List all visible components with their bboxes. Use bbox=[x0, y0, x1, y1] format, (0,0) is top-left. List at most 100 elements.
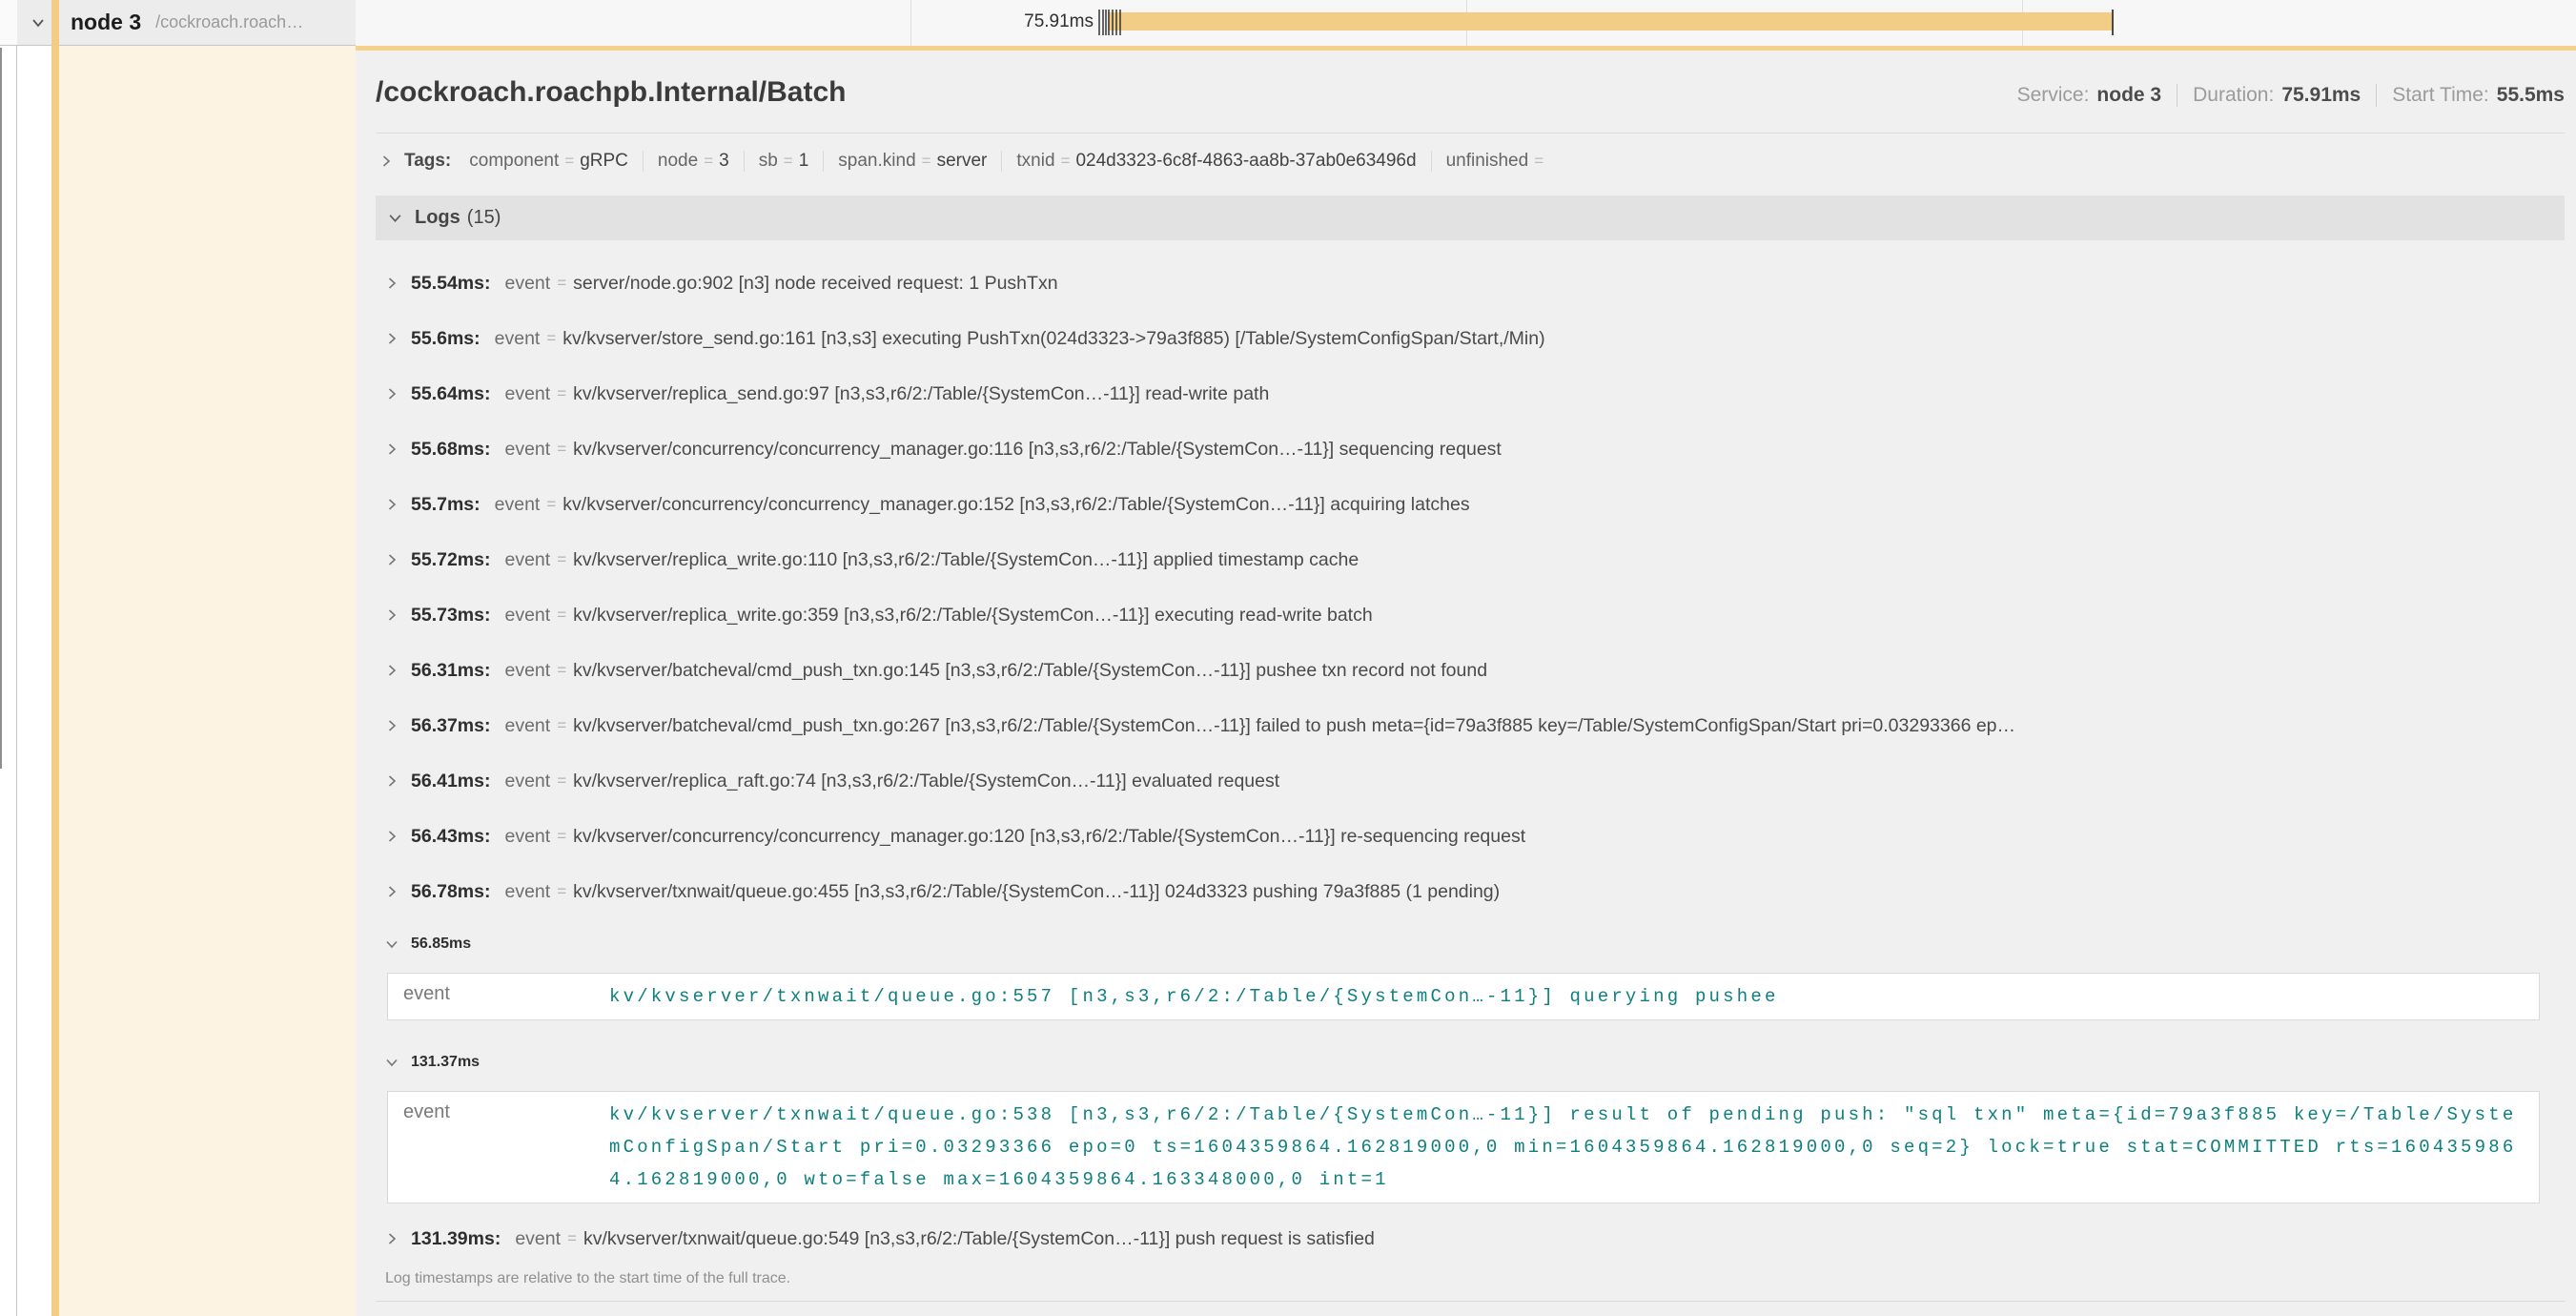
log-list: 55.54ms: event = server/node.go:902 [n3]… bbox=[376, 256, 2565, 1266]
chevron-right-icon[interactable] bbox=[385, 332, 399, 345]
log-row[interactable]: 55.64ms: event = kv/kvserver/replica_sen… bbox=[376, 366, 2565, 422]
tag-equals: = bbox=[922, 152, 931, 171]
span-end-tick bbox=[2112, 10, 2114, 35]
log-field-key: event bbox=[515, 1228, 561, 1250]
log-marker-tick bbox=[1115, 10, 1117, 35]
tag-item: component = gRPC bbox=[455, 151, 643, 172]
span-detail-meta: Service: node 3 Duration: 75.91ms Start … bbox=[2017, 84, 2565, 110]
tag-value: 3 bbox=[719, 151, 729, 172]
tag-item: span.kind = server bbox=[823, 151, 1001, 172]
log-field-value: kv/kvserver/txnwait/queue.go:455 [n3,s3,… bbox=[573, 881, 1500, 903]
log-field-value: kv/kvserver/batcheval/cmd_push_txn.go:26… bbox=[573, 715, 2015, 737]
log-timestamp: 56.37ms: bbox=[411, 715, 490, 737]
log-timestamp: 131.37ms bbox=[411, 1054, 480, 1071]
log-field-equals: = bbox=[557, 384, 566, 403]
log-field-key: event bbox=[504, 771, 550, 792]
tag-equals: = bbox=[704, 152, 713, 171]
logs-section-header[interactable]: Logs (15) bbox=[376, 195, 2565, 240]
span-timeline-row[interactable]: 75.91ms bbox=[356, 0, 2576, 46]
tag-key: node bbox=[658, 151, 698, 172]
tag-item: txnid = 024d3323-6c8f-4863-aa8b-37ab0e63… bbox=[1001, 151, 1430, 172]
log-timestamp: 55.64ms: bbox=[411, 383, 490, 405]
chevron-right-icon[interactable] bbox=[385, 442, 399, 456]
chevron-down-icon[interactable] bbox=[385, 937, 399, 951]
chevron-right-icon[interactable] bbox=[385, 774, 399, 788]
log-row-expanded[interactable]: 56.85ms bbox=[376, 925, 2565, 963]
log-row[interactable]: 56.37ms: event = kv/kvserver/batcheval/c… bbox=[376, 698, 2565, 753]
log-row[interactable]: 55.73ms: event = kv/kvserver/replica_wri… bbox=[376, 587, 2565, 643]
log-field-key: event bbox=[504, 826, 550, 848]
tag-item: unfinished = bbox=[1431, 151, 1564, 172]
tag-item: node = 3 bbox=[643, 151, 744, 172]
span-operation-name: /cockroach.roach… bbox=[155, 12, 303, 32]
collapse-span-chevron-icon[interactable] bbox=[26, 14, 51, 31]
log-row[interactable]: 55.72ms: event = kv/kvserver/replica_wri… bbox=[376, 532, 2565, 587]
log-row[interactable]: 55.7ms: event = kv/kvserver/concurrency/… bbox=[376, 477, 2565, 532]
log-field-equals: = bbox=[557, 882, 566, 901]
selected-span-row-highlight bbox=[59, 46, 356, 1316]
log-field-value: kv/kvserver/txnwait/queue.go:549 [n3,s3,… bbox=[583, 1228, 1375, 1250]
log-timestamp: 56.78ms: bbox=[411, 881, 490, 903]
column-resizer[interactable] bbox=[0, 48, 2, 769]
log-marker-tick bbox=[1105, 10, 1107, 35]
chevron-right-icon[interactable] bbox=[385, 277, 399, 290]
chevron-down-icon[interactable] bbox=[388, 211, 402, 225]
log-field-value: kv/kvserver/batcheval/cmd_push_txn.go:14… bbox=[573, 660, 1487, 682]
log-row[interactable]: 55.68ms: event = kv/kvserver/concurrency… bbox=[376, 422, 2565, 477]
duration-label: Duration: bbox=[2193, 84, 2274, 107]
log-timestamp: 55.7ms: bbox=[411, 494, 480, 516]
log-timestamp: 55.73ms: bbox=[411, 605, 490, 627]
chevron-right-icon[interactable] bbox=[385, 885, 399, 898]
log-marker-tick bbox=[1098, 10, 1100, 35]
log-field-key: event bbox=[504, 660, 550, 682]
log-field-equals: = bbox=[557, 440, 566, 459]
chevron-right-icon[interactable] bbox=[385, 830, 399, 843]
log-field-key: event bbox=[495, 328, 541, 350]
log-field-key: event bbox=[504, 605, 550, 627]
log-field-key: event bbox=[403, 1099, 609, 1196]
log-timestamp: 56.85ms bbox=[411, 936, 471, 953]
log-marker-tick bbox=[1119, 10, 1121, 35]
chevron-right-icon[interactable] bbox=[385, 719, 399, 732]
span-color-bar bbox=[51, 0, 59, 1316]
log-field-value: kv/kvserver/replica_write.go:110 [n3,s3,… bbox=[573, 549, 1359, 571]
start-time-label: Start Time: bbox=[2392, 84, 2489, 107]
log-marker-tick bbox=[1112, 10, 1114, 35]
log-row[interactable]: 56.31ms: event = kv/kvserver/batcheval/c… bbox=[376, 643, 2565, 698]
log-row[interactable]: 56.41ms: event = kv/kvserver/replica_raf… bbox=[376, 753, 2565, 809]
logs-title: Logs bbox=[415, 207, 460, 229]
tag-item: sb = 1 bbox=[744, 151, 824, 172]
tag-key: txnid bbox=[1016, 151, 1054, 172]
logs-footer-note: Log timestamps are relative to the start… bbox=[376, 1270, 2565, 1287]
log-field-equals: = bbox=[557, 827, 566, 846]
log-field-equals: = bbox=[557, 661, 566, 680]
chevron-right-icon[interactable] bbox=[385, 664, 399, 677]
chevron-right-icon[interactable] bbox=[385, 498, 399, 511]
chevron-right-icon[interactable] bbox=[385, 608, 399, 622]
chevron-right-icon[interactable] bbox=[379, 154, 393, 168]
log-row[interactable]: 131.39ms: event = kv/kvserver/txnwait/qu… bbox=[376, 1211, 2565, 1266]
span-duration-bar[interactable] bbox=[1108, 12, 2113, 31]
log-timestamp: 131.39ms: bbox=[411, 1228, 501, 1250]
log-field-value: kv/kvserver/replica_send.go:97 [n3,s3,r6… bbox=[573, 383, 1269, 405]
log-field-value: kv/kvserver/concurrency/concurrency_mana… bbox=[573, 826, 1525, 848]
tag-list: component = gRPC node = 3 sb = 1 span.ki… bbox=[455, 151, 1564, 172]
log-field-key: event bbox=[504, 439, 550, 461]
log-field-equals: = bbox=[546, 329, 556, 348]
log-timestamp: 55.72ms: bbox=[411, 549, 490, 571]
span-name-cell[interactable]: node 3 /cockroach.roach… bbox=[17, 0, 356, 46]
log-row[interactable]: 56.43ms: event = kv/kvserver/concurrency… bbox=[376, 809, 2565, 864]
log-row[interactable]: 55.6ms: event = kv/kvserver/store_send.g… bbox=[376, 311, 2565, 366]
chevron-down-icon[interactable] bbox=[385, 1056, 399, 1069]
log-row[interactable]: 55.54ms: event = server/node.go:902 [n3]… bbox=[376, 256, 2565, 311]
log-row[interactable]: 56.78ms: event = kv/kvserver/txnwait/que… bbox=[376, 864, 2565, 919]
logs-bottom-divider bbox=[376, 1301, 2565, 1302]
tag-key: unfinished bbox=[1446, 151, 1529, 172]
log-row-expanded[interactable]: 131.37ms bbox=[376, 1043, 2565, 1081]
tags-section-header[interactable]: Tags: component = gRPC node = 3 sb = 1 s… bbox=[376, 147, 2565, 175]
log-field-key: event bbox=[504, 383, 550, 405]
chevron-right-icon[interactable] bbox=[385, 553, 399, 566]
span-detail-panel: /cockroach.roachpb.Internal/Batch Servic… bbox=[356, 46, 2576, 1316]
chevron-right-icon[interactable] bbox=[385, 387, 399, 401]
chevron-right-icon[interactable] bbox=[385, 1232, 399, 1245]
